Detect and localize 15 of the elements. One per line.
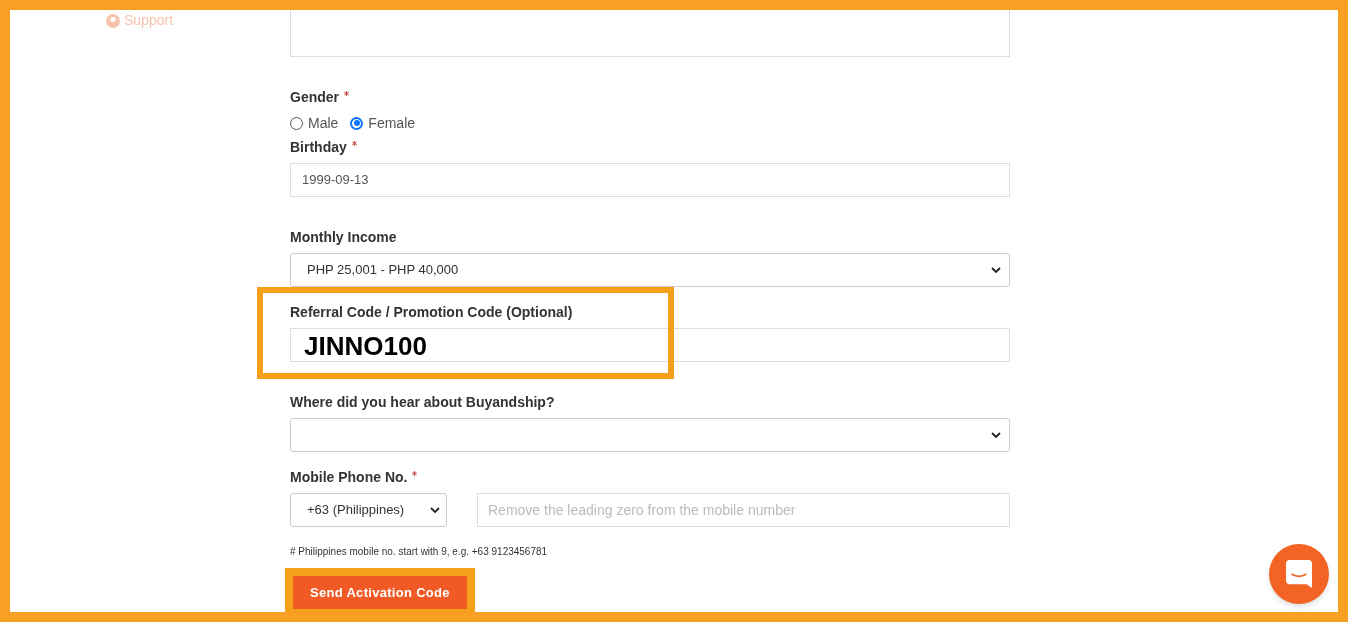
field-label: Mobile Phone No. — [290, 467, 408, 487]
field-label: Referral Code / Promotion Code (Optional) — [290, 302, 573, 322]
country-dropdown[interactable]: +63 (Philippines) — [290, 493, 447, 527]
hint-text: # Philippines mobile no. start with 9, e.g. +63 9123456781 — [290, 545, 549, 559]
field-label: Birthday — [290, 137, 347, 157]
phone-field[interactable]: Remove the leading zero from the mobile number — [477, 493, 1010, 527]
dropdown[interactable]: PHP 25,001 - PHP 40,000 — [290, 253, 1010, 287]
field-label: Monthly Income — [290, 227, 397, 247]
radio-option[interactable]: Male — [290, 112, 339, 134]
input-field[interactable]: JINNO100 — [290, 328, 1010, 362]
field-value: JINNO100 — [304, 329, 427, 363]
field-label: Where did you hear about Buyandship? — [290, 392, 555, 412]
radio-option[interactable]: Female — [350, 112, 416, 134]
input-field[interactable]: 1999-09-13 — [290, 163, 1010, 197]
field-label: Gender — [290, 87, 339, 107]
